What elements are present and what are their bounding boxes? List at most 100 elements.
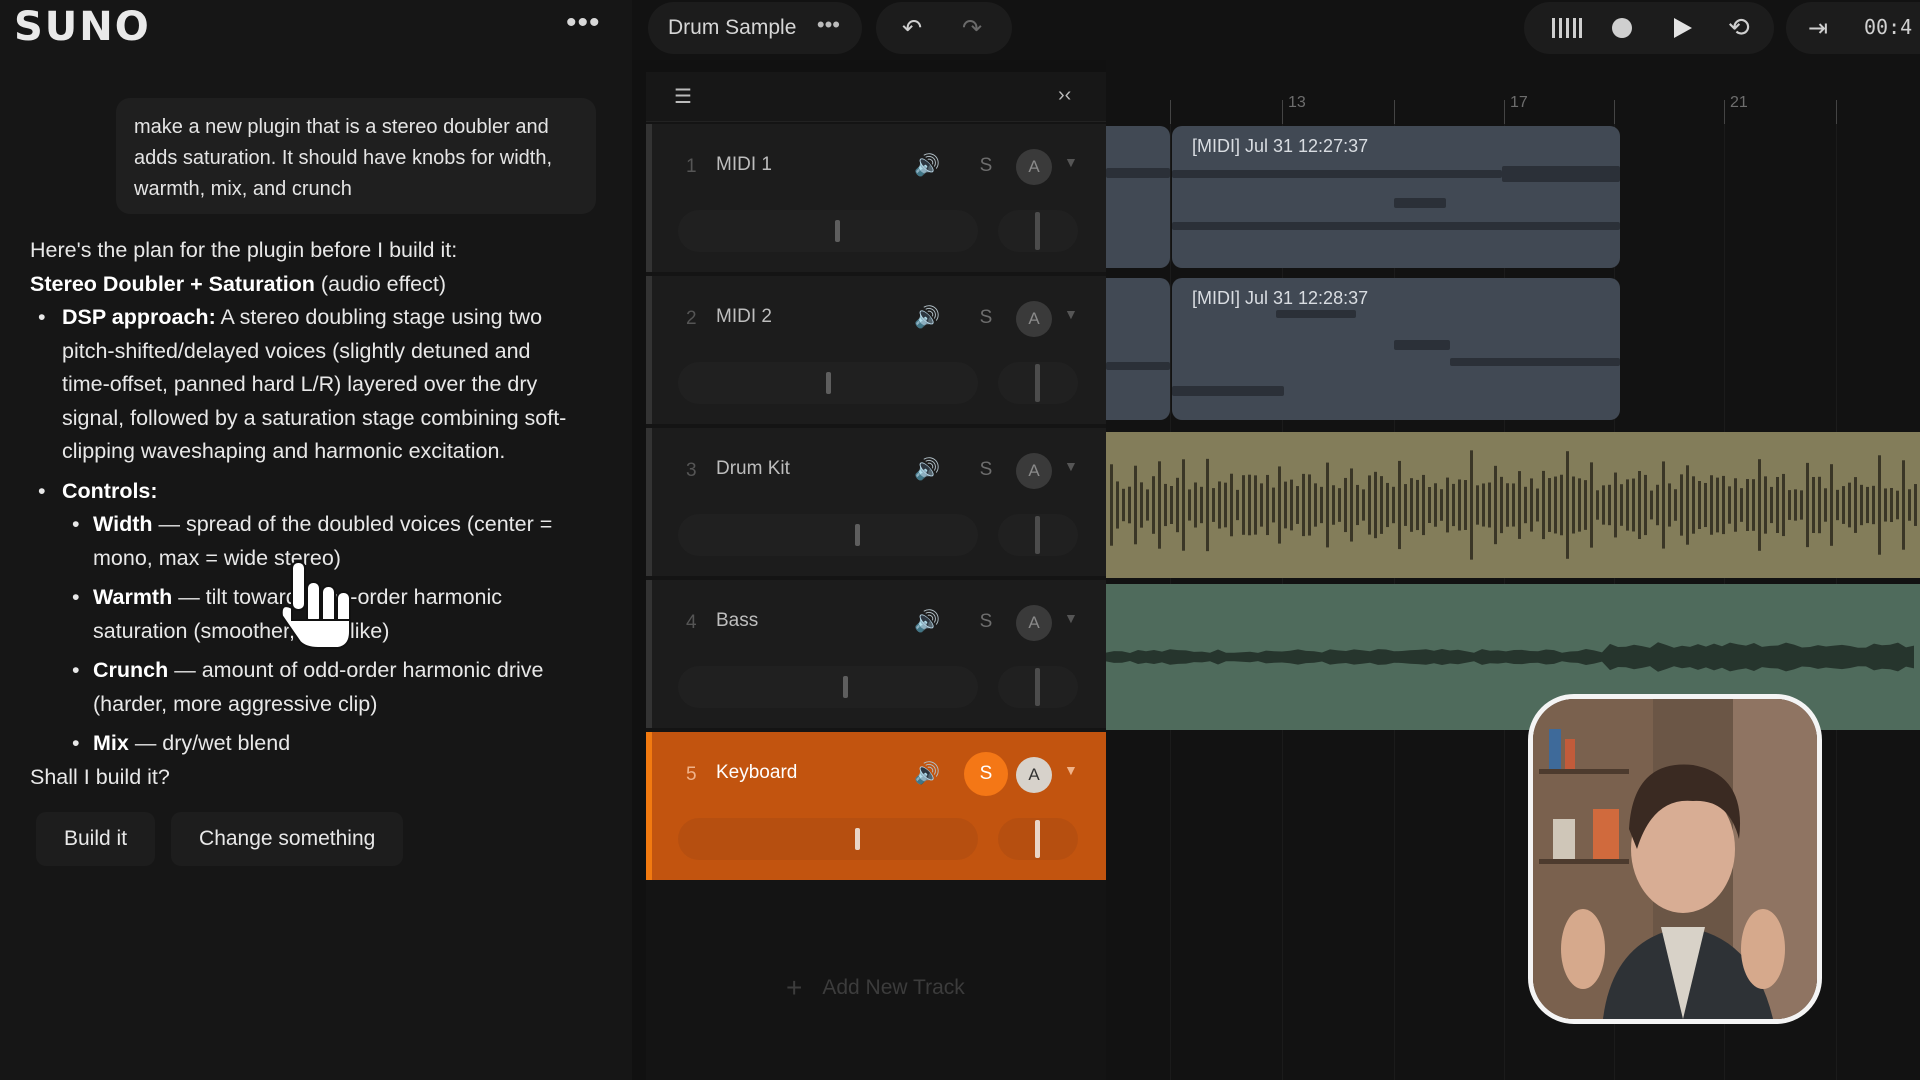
midi-clip[interactable]: [MIDI] Jul 31 12:27:37 [1172, 126, 1620, 268]
mute-icon[interactable]: 🔊 [914, 306, 940, 330]
chevron-down-icon[interactable]: ▼ [1064, 154, 1078, 170]
chevron-down-icon[interactable]: ▼ [1064, 610, 1078, 626]
waveform-peak [1746, 479, 1749, 531]
track-row[interactable]: 5 Keyboard 🔊 S A ▼ [646, 732, 1106, 880]
pan-handle[interactable] [1035, 820, 1040, 858]
midi-note [1394, 340, 1450, 350]
audio-clip-drum-kit[interactable] [1106, 432, 1920, 578]
mute-icon[interactable]: 🔊 [914, 762, 940, 786]
pan-handle[interactable] [1035, 516, 1040, 554]
solo-button[interactable]: S [964, 144, 1008, 188]
waveform-peak [1248, 474, 1251, 536]
mute-icon[interactable]: 🔊 [914, 610, 940, 634]
arm-button[interactable]: A [1016, 605, 1052, 641]
waveform-peak [1782, 473, 1785, 537]
mute-icon[interactable]: 🔊 [914, 154, 940, 178]
waveform-peak [1572, 476, 1575, 534]
midi-clip[interactable] [1106, 278, 1170, 420]
project-more-icon[interactable]: ••• [817, 12, 840, 38]
volume-slider[interactable] [678, 818, 978, 860]
waveform-peak [1122, 488, 1125, 522]
play-icon[interactable] [1670, 16, 1694, 40]
midi-clip[interactable] [1106, 126, 1170, 268]
midi-clip[interactable]: [MIDI] Jul 31 12:28:37 [1172, 278, 1620, 420]
project-title[interactable]: Drum Sample [668, 16, 796, 40]
volume-slider[interactable] [678, 210, 978, 252]
waveform-peak [1884, 488, 1887, 522]
volume-handle[interactable] [826, 372, 831, 394]
volume-handle[interactable] [855, 524, 860, 546]
chevron-down-icon[interactable]: ▼ [1064, 458, 1078, 474]
waveform-peak [1320, 486, 1323, 524]
waveform-peak [1818, 476, 1821, 534]
chevron-down-icon[interactable]: ▼ [1064, 306, 1078, 322]
collapse-icon[interactable]: ›‹ [1058, 84, 1071, 107]
metronome-icon[interactable] [1550, 16, 1582, 40]
track-row[interactable]: 4 Bass 🔊 S A ▼ [646, 580, 1106, 728]
user-message: make a new plugin that is a stereo doubl… [116, 98, 596, 214]
volume-handle[interactable] [835, 220, 840, 242]
add-track-button[interactable]: + Add New Track [786, 972, 965, 1004]
volume-slider[interactable] [678, 362, 978, 404]
waveform-peak [1530, 478, 1533, 532]
waveform-peak [1854, 477, 1857, 533]
waveform-peak [1698, 481, 1701, 529]
solo-button[interactable]: S [964, 448, 1008, 492]
record-icon[interactable] [1610, 16, 1634, 40]
chevron-down-icon[interactable]: ▼ [1064, 762, 1078, 778]
pan-handle[interactable] [1035, 212, 1040, 250]
waveform-peak [1374, 471, 1377, 539]
track-name[interactable]: MIDI 1 [716, 154, 772, 176]
project-pill[interactable]: Drum Sample ••• [648, 2, 862, 54]
waveform-peak [1146, 489, 1149, 521]
track-name[interactable]: Keyboard [716, 762, 797, 784]
redo-icon[interactable]: ↷ [962, 14, 982, 43]
waveform-peak [1326, 462, 1329, 548]
pan-control[interactable] [998, 210, 1078, 252]
volume-handle[interactable] [855, 828, 860, 850]
solo-button[interactable]: S [964, 296, 1008, 340]
snap-icon[interactable]: ⇥ [1808, 14, 1828, 43]
waveform-peak [1770, 486, 1773, 524]
pan-handle[interactable] [1035, 364, 1040, 402]
change-something-button[interactable]: Change something [171, 812, 404, 866]
track-row[interactable]: 2 MIDI 2 🔊 S A ▼ [646, 276, 1106, 424]
track-name[interactable]: Drum Kit [716, 458, 790, 480]
pan-control[interactable] [998, 666, 1078, 708]
volume-handle[interactable] [843, 676, 848, 698]
pan-control[interactable] [998, 514, 1078, 556]
volume-slider[interactable] [678, 514, 978, 556]
pan-control[interactable] [998, 818, 1078, 860]
volume-slider[interactable] [678, 666, 978, 708]
solo-button[interactable]: S [964, 600, 1008, 644]
arm-button[interactable]: A [1016, 149, 1052, 185]
waveform-peak [1734, 478, 1737, 532]
chat-more-icon[interactable]: ••• [566, 6, 601, 40]
waveform-peak [1560, 474, 1563, 536]
mute-icon[interactable]: 🔊 [914, 458, 940, 482]
track-options-icon[interactable]: ☰ [674, 84, 692, 109]
loop-icon[interactable]: ⟲ [1728, 12, 1750, 43]
midi-note [1394, 198, 1446, 208]
arm-button[interactable]: A [1016, 301, 1052, 337]
timeline-ruler[interactable]: 13 17 21 [1106, 88, 1920, 124]
track-row[interactable]: 3 Drum Kit 🔊 S A ▼ [646, 428, 1106, 576]
reply-intro: Here's the plan for the plugin before I … [30, 238, 458, 262]
waveform-peak [1752, 479, 1755, 531]
arm-button[interactable]: A [1016, 757, 1052, 793]
waveform-peak [1254, 475, 1257, 535]
ruler-tick [1282, 100, 1283, 124]
arm-button[interactable]: A [1016, 453, 1052, 489]
build-it-button[interactable]: Build it [36, 812, 156, 866]
track-name[interactable]: Bass [716, 610, 758, 632]
pan-control[interactable] [998, 362, 1078, 404]
track-name[interactable]: MIDI 2 [716, 306, 772, 328]
solo-button[interactable]: S [964, 752, 1008, 796]
track-row[interactable]: 1 MIDI 1 🔊 S A ▼ [646, 124, 1106, 272]
dsp-bullet: DSP approach: A stereo doubling stage us… [30, 301, 590, 469]
undo-icon[interactable]: ↶ [902, 14, 922, 43]
waveform-peak [1848, 482, 1851, 528]
suno-logo[interactable]: SUNO [14, 4, 151, 50]
waveform-peak [1302, 473, 1305, 537]
pan-handle[interactable] [1035, 668, 1040, 706]
